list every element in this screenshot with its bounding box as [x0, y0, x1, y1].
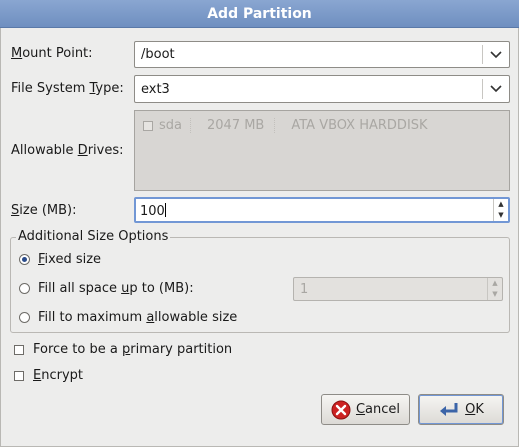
drives-label: Allowable Drives:: [11, 143, 124, 158]
encrypt-checkbox[interactable]: [14, 370, 24, 381]
fs-type-label: File System Type:: [11, 81, 124, 96]
cancel-icon: [331, 400, 351, 420]
spin-down-icon[interactable]: ▼: [494, 210, 508, 221]
size-spin-buttons[interactable]: ▲ ▼: [493, 199, 508, 221]
fill-up-to-spin: 1 ▲ ▼: [293, 277, 503, 301]
fill-up-to-option[interactable]: Fill all space up to (MB):: [19, 281, 194, 296]
drive-row: sda 2047 MB ATA VBOX HARDDISK: [143, 118, 428, 133]
drive-model: ATA VBOX HARDDISK: [291, 118, 428, 133]
fill-up-to-spin-buttons: ▲ ▼: [487, 278, 502, 300]
spin-up-icon: ▲: [492, 279, 498, 287]
fs-type-value: ext3: [141, 82, 170, 97]
ok-icon: [438, 401, 460, 419]
drive-size: 2047 MB: [207, 118, 276, 133]
size-spin[interactable]: 100 ▲ ▼: [134, 197, 510, 223]
mount-point-value[interactable]: /boot: [141, 47, 175, 62]
drive-checkbox[interactable]: [143, 120, 153, 131]
fill-max-option[interactable]: Fill to maximum allowable size: [19, 310, 237, 325]
mount-point-combo[interactable]: /boot: [134, 41, 510, 68]
fs-type-combo[interactable]: ext3: [134, 75, 510, 103]
spin-up-icon[interactable]: ▲: [494, 199, 508, 210]
encrypt-label: Encrypt: [33, 368, 83, 383]
fill-max-label: Fill to maximum allowable size: [38, 310, 238, 325]
fill-up-to-value: 1: [300, 282, 309, 297]
fill-max-radio[interactable]: [19, 312, 30, 323]
fixed-size-option[interactable]: Fixed size: [19, 252, 101, 267]
size-label: Size (MB):: [11, 203, 77, 218]
chevron-down-icon[interactable]: [483, 42, 509, 67]
fill-up-to-radio[interactable]: [19, 283, 30, 294]
mount-point-label: Mount Point:: [11, 46, 93, 61]
primary-partition-checkbox[interactable]: [14, 344, 24, 355]
fill-up-to-label: Fill all space up to (MB):: [38, 281, 194, 296]
additional-size-legend: Additional Size Options: [16, 229, 171, 244]
encrypt-option[interactable]: Encrypt: [14, 368, 83, 383]
chevron-down-icon[interactable]: [483, 76, 509, 102]
drives-list: sda 2047 MB ATA VBOX HARDDISK: [134, 110, 510, 191]
ok-label: OK: [465, 402, 484, 417]
cancel-label: Cancel: [355, 402, 401, 417]
fixed-size-radio[interactable]: [19, 254, 30, 265]
drive-name: sda: [159, 118, 191, 133]
dialog-title: Add Partition: [0, 0, 519, 28]
fixed-size-label: Fixed size: [38, 252, 102, 267]
size-input[interactable]: 100: [140, 203, 166, 219]
primary-partition-label: Force to be a primary partition: [33, 342, 233, 357]
primary-partition-option[interactable]: Force to be a primary partition: [14, 342, 232, 357]
spin-down-icon: ▼: [492, 290, 498, 298]
ok-button[interactable]: OK: [418, 394, 504, 425]
cancel-button[interactable]: Cancel: [321, 394, 410, 425]
